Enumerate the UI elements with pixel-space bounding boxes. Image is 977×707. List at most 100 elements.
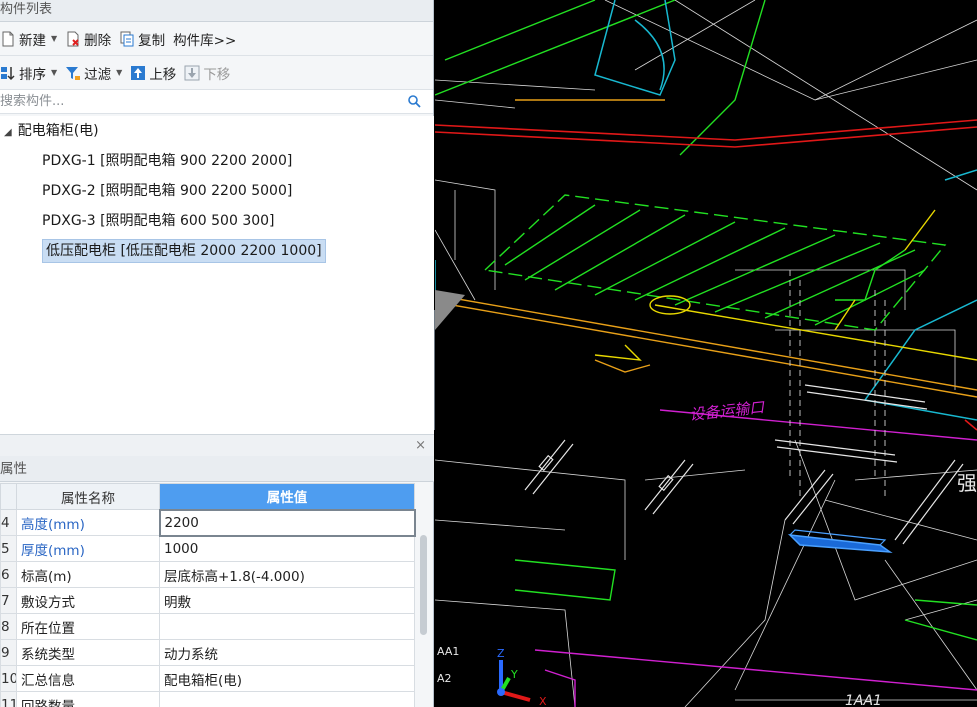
property-value[interactable] bbox=[159, 691, 415, 707]
sort-button[interactable]: 排序 ▼ bbox=[0, 61, 57, 85]
property-name: 回路数量 bbox=[16, 691, 160, 707]
table-row: 9 系统类型 动力系统 bbox=[0, 639, 415, 666]
axis-x-label: X bbox=[539, 695, 547, 707]
tree-item-label: PDXG-1 [照明配电箱 900 2200 2000] bbox=[42, 153, 293, 169]
new-button[interactable]: 新建 ▼ bbox=[0, 27, 57, 51]
circuit-label-aa1: AA1 bbox=[437, 645, 459, 658]
property-value[interactable]: 明敷 bbox=[159, 587, 415, 614]
table-row: 8 所在位置 bbox=[0, 613, 415, 640]
properties-title: 属性 bbox=[0, 456, 434, 482]
component-library-link[interactable]: 构件库>> bbox=[173, 27, 236, 51]
property-value[interactable] bbox=[159, 613, 415, 640]
property-name: 系统类型 bbox=[16, 639, 160, 666]
copy-label: 复制 bbox=[138, 32, 166, 49]
selected-panel-box bbox=[787, 529, 893, 553]
tree-root-node[interactable]: ◢ 配电箱柜(电) bbox=[0, 116, 434, 146]
property-value[interactable]: 层底标高+1.8(-4.000) bbox=[159, 561, 415, 588]
move-down-label: 下移 bbox=[203, 66, 231, 83]
table-row: 5 厚度(mm) 1000 bbox=[0, 535, 415, 562]
scrollbar-thumb[interactable] bbox=[420, 535, 427, 635]
cad-viewport[interactable]: 设备运输口 强 AA1 A2 1AA1 Z Y X bbox=[435, 0, 977, 707]
caret-down-icon: ▼ bbox=[51, 68, 58, 77]
tree-root-label: 配电箱柜(电) bbox=[17, 123, 99, 139]
sort-icon bbox=[0, 65, 16, 81]
property-name-header: 属性名称 bbox=[16, 483, 160, 510]
filter-label: 过滤 bbox=[84, 66, 112, 83]
tree-item-selected[interactable]: 低压配电柜 [低压配电柜 2000 2200 1000] bbox=[0, 236, 434, 266]
sort-label: 排序 bbox=[19, 66, 46, 83]
property-value[interactable]: 配电箱柜(电) bbox=[159, 665, 415, 692]
component-list-title: 构件列表 bbox=[0, 0, 433, 22]
tree-item-label: PDXG-2 [照明配电箱 900 2200 5000] bbox=[42, 183, 293, 199]
component-tree: ◢ 配电箱柜(电) PDXG-1 [照明配电箱 900 2200 2000] PD… bbox=[0, 116, 434, 434]
property-name: 高度(mm) bbox=[16, 509, 160, 536]
green-hatched-area bbox=[435, 0, 977, 641]
new-doc-icon bbox=[0, 31, 16, 47]
search-bar bbox=[0, 90, 433, 114]
property-value[interactable]: 1000 bbox=[159, 535, 415, 562]
move-up-icon bbox=[130, 65, 146, 81]
search-icon[interactable] bbox=[408, 95, 421, 108]
yellow-linework bbox=[594, 209, 977, 361]
caret-down-icon: ▼ bbox=[51, 34, 58, 43]
table-row: 7 敷设方式 明敷 bbox=[0, 587, 415, 614]
search-input[interactable] bbox=[0, 90, 400, 112]
row-number: 9 bbox=[0, 639, 17, 666]
properties-table: 属性名称 属性值 4 高度(mm) 2200 5 厚度(mm) 1000 6 标… bbox=[0, 483, 416, 707]
table-row: 11 回路数量 bbox=[0, 691, 415, 707]
move-up-button[interactable]: 上移 bbox=[130, 61, 176, 85]
property-name: 汇总信息 bbox=[16, 665, 160, 692]
copy-button[interactable]: 复制 bbox=[119, 27, 165, 51]
orange-linework bbox=[435, 99, 977, 398]
panel-splitter[interactable]: × bbox=[0, 434, 434, 456]
property-value[interactable]: 动力系统 bbox=[159, 639, 415, 666]
component-toolbar-1: 新建 ▼ 删除 复制 构件库>> bbox=[0, 22, 433, 56]
property-name: 标高(m) bbox=[16, 561, 160, 588]
tree-item[interactable]: PDXG-2 [照明配电箱 900 2200 5000] bbox=[0, 176, 434, 206]
expand-triangle-icon[interactable]: ◢ bbox=[4, 118, 12, 148]
grey-surface bbox=[435, 290, 465, 330]
row-number: 7 bbox=[0, 587, 17, 614]
cad-drawing: 设备运输口 强 AA1 A2 1AA1 Z Y X bbox=[435, 0, 977, 707]
caret-down-icon: ▼ bbox=[116, 68, 123, 77]
tree-item-label: PDXG-3 [照明配电箱 600 500 300] bbox=[42, 213, 275, 229]
table-row: 10 汇总信息 配电箱柜(电) bbox=[0, 665, 415, 692]
circuit-label-a2: A2 bbox=[437, 672, 452, 685]
properties-table-wrap: 属性名称 属性值 4 高度(mm) 2200 5 厚度(mm) 1000 6 标… bbox=[0, 483, 416, 707]
axis-gizmo-icon: Z Y X bbox=[497, 647, 547, 707]
properties-scrollbar[interactable] bbox=[416, 483, 430, 707]
property-value-input[interactable]: 2200 bbox=[158, 508, 416, 537]
axis-y-label: Y bbox=[510, 668, 518, 681]
row-number: 8 bbox=[0, 613, 17, 640]
partial-room-label: 强 bbox=[957, 471, 977, 495]
close-icon[interactable]: × bbox=[415, 438, 426, 453]
property-name: 敷设方式 bbox=[16, 587, 160, 614]
equipment-entrance-label: 设备运输口 bbox=[689, 398, 766, 424]
row-number: 10 bbox=[0, 665, 17, 692]
left-panel: 构件列表 新建 ▼ 删除 复制 构件库>> 排序 ▼ 过滤 ▼ 上移 下移 搜索… bbox=[0, 0, 434, 707]
new-label: 新建 bbox=[19, 32, 46, 49]
table-row: 6 标高(m) 层底标高+1.8(-4.000) bbox=[0, 561, 415, 588]
axis-z-label: Z bbox=[497, 647, 505, 660]
delete-button[interactable]: 删除 bbox=[65, 27, 111, 51]
magenta-linework bbox=[534, 409, 977, 707]
move-up-label: 上移 bbox=[149, 66, 177, 83]
table-row: 4 高度(mm) 2200 bbox=[0, 508, 416, 537]
tree-item[interactable]: PDXG-1 [照明配电箱 900 2200 2000] bbox=[0, 146, 434, 176]
filter-icon bbox=[65, 65, 81, 81]
tree-item[interactable]: PDXG-3 [照明配电箱 600 500 300] bbox=[0, 206, 434, 236]
delete-label: 删除 bbox=[84, 32, 112, 49]
component-toolbar-2: 排序 ▼ 过滤 ▼ 上移 下移 bbox=[0, 56, 433, 90]
delete-doc-icon bbox=[65, 31, 81, 47]
row-number: 6 bbox=[0, 561, 17, 588]
move-down-icon bbox=[184, 65, 200, 81]
property-value-header: 属性值 bbox=[159, 483, 415, 510]
circuit-label-1aa1: 1AA1 bbox=[845, 693, 882, 707]
row-number: 11 bbox=[0, 691, 17, 707]
tree-item-label: 低压配电柜 [低压配电柜 2000 2200 1000] bbox=[42, 239, 326, 263]
white-linework bbox=[435, 0, 977, 707]
table-header-row: 属性名称 属性值 bbox=[0, 483, 415, 510]
copy-icon bbox=[119, 31, 135, 47]
filter-button[interactable]: 过滤 ▼ bbox=[65, 61, 122, 85]
move-down-button[interactable]: 下移 bbox=[184, 61, 230, 85]
